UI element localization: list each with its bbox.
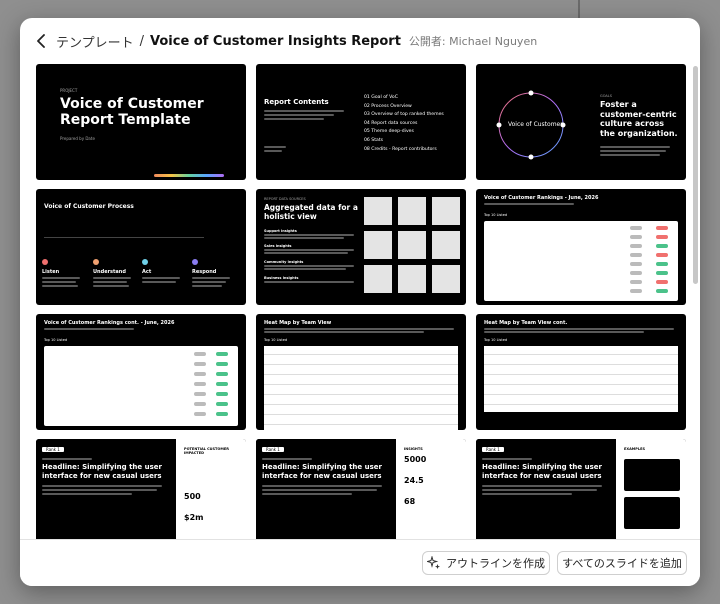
- scrollbar[interactable]: [693, 66, 698, 284]
- slide-thumbnail-headline-insights[interactable]: Rank 1 Headline: Simplifying the user in…: [256, 439, 466, 539]
- slide-thumbnail-headline-impact[interactable]: Rank 1 Headline: Simplifying the user in…: [36, 439, 246, 539]
- stat-value: 68: [404, 497, 416, 506]
- side-title: EXAMPLES: [624, 447, 645, 451]
- breadcrumb-templates[interactable]: テンプレート: [56, 32, 134, 51]
- cycle-center-label: Voice of Customer: [508, 121, 563, 128]
- stat-value: 24.5: [404, 476, 424, 485]
- stat-value: 500: [184, 492, 201, 501]
- slide-title: Heat Map by Team View: [264, 320, 332, 326]
- source-label: Business insights: [264, 276, 299, 280]
- contents-list: 01 Goal of VoC 02 Process Overview 03 Ov…: [364, 94, 444, 154]
- chevron-left-icon: [37, 34, 45, 48]
- slide-title: Report Contents: [264, 98, 329, 106]
- contents-item: 01 Goal of VoC: [364, 95, 398, 100]
- process-step: Act: [142, 269, 152, 275]
- slide-title: Headline: Simplifying the user interface…: [482, 463, 602, 480]
- side-title: INSIGHTS: [404, 447, 423, 451]
- rainbow-bar: [154, 174, 224, 177]
- template-preview-dialog: テンプレート / Voice of Customer Insights Repo…: [20, 18, 700, 586]
- side-title: POTENTIAL CUSTOMER IMPACTED: [184, 447, 229, 455]
- publisher-label: 公開者: Michael Nguyen: [408, 35, 538, 48]
- rank-tag: Rank 1: [262, 447, 284, 452]
- contents-item: 03 Overview of top ranked themes: [364, 112, 444, 118]
- slide-title: Headline: Simplifying the user interface…: [42, 463, 162, 480]
- slide-title: Aggregated data for a holistic view: [264, 203, 358, 221]
- process-step: Listen: [42, 269, 60, 275]
- slide-thumbnail-heat-map[interactable]: Heat Map by Team View Top 10 Listed: [256, 314, 466, 430]
- heat-map-table: [264, 346, 458, 430]
- slide-thumbnail-process[interactable]: Voice of Customer Process Listen Underst…: [36, 189, 246, 305]
- contents-item: 08 Credits - Report contributors: [364, 146, 437, 152]
- slide-eyebrow: GOALS: [600, 94, 612, 98]
- stat-value: 5000: [404, 455, 427, 464]
- contents-item: 02 Process Overview: [364, 103, 412, 109]
- slide-thumbnail-contents[interactable]: Report Contents 01 Goal of VoC 02 Proces…: [256, 64, 466, 180]
- slide-thumbnail-title[interactable]: PROJECT Voice of Customer Report Templat…: [36, 64, 246, 180]
- example-image: [624, 497, 680, 529]
- slide-thumbnail-rankings[interactable]: Voice of Customer Rankings - June, 2026 …: [476, 189, 686, 305]
- slide-byline: Prepared by Date: [60, 136, 95, 141]
- image-placeholder-grid: [364, 197, 460, 297]
- slide-grid[interactable]: PROJECT Voice of Customer Report Templat…: [20, 64, 700, 539]
- slide-title: Voice of Customer Rankings - June, 2026: [484, 195, 599, 201]
- process-step: Respond: [192, 269, 217, 275]
- slide-subtitle: Top 10 Listed: [44, 338, 68, 342]
- slide-thumbnail-data-sources[interactable]: REPORT DATA SOURCES Aggregated data for …: [256, 189, 466, 305]
- add-all-slides-button[interactable]: すべてのスライドを追加: [557, 551, 687, 575]
- rank-tag: Rank 1: [42, 447, 64, 452]
- slide-title: Foster a customer-centric culture across…: [600, 100, 678, 138]
- create-outline-label: アウトラインを作成: [446, 557, 545, 570]
- page-title: Voice of Customer Insights Report: [150, 33, 401, 49]
- slide-eyebrow: REPORT DATA SOURCES: [264, 197, 306, 201]
- backdrop-divider: [578, 0, 580, 18]
- source-label: Sales insights: [264, 244, 292, 248]
- dialog-header: テンプレート / Voice of Customer Insights Repo…: [20, 18, 700, 64]
- slide-thumbnail-rankings-cont[interactable]: Voice of Customer Rankings cont. - June,…: [36, 314, 246, 430]
- slide-title: Voice of Customer Rankings cont. - June,…: [44, 320, 175, 326]
- slide-title: Heat Map by Team View cont.: [484, 320, 568, 326]
- slide-title: Voice of Customer Report Template: [60, 96, 204, 128]
- slide-thumbnail-goals[interactable]: Voice of Customer GOALS Foster a custome…: [476, 64, 686, 180]
- source-label: Community insights: [264, 260, 304, 264]
- back-button[interactable]: [32, 31, 50, 51]
- create-outline-button[interactable]: アウトラインを作成: [422, 551, 550, 575]
- heat-map-table: [484, 346, 678, 412]
- contents-item: 05 Theme deep-dives: [364, 129, 414, 135]
- breadcrumb-separator: /: [139, 33, 145, 49]
- stat-value: $2m: [184, 513, 204, 522]
- slide-title: Voice of Customer Process: [44, 203, 134, 210]
- add-all-slides-label: すべてのスライドを追加: [562, 557, 682, 570]
- source-label: Support insights: [264, 229, 297, 233]
- contents-item: 06 Stats: [364, 137, 384, 143]
- slide-eyebrow: PROJECT: [60, 88, 78, 93]
- example-image: [624, 459, 680, 491]
- slide-subtitle: Top 10 Listed: [484, 338, 508, 342]
- contents-item: 04 Report data sources: [364, 120, 418, 126]
- process-step: Understand: [93, 269, 126, 275]
- sparkle-icon: [427, 556, 440, 569]
- slide-thumbnail-headline-examples[interactable]: Rank 1 Headline: Simplifying the user in…: [476, 439, 686, 539]
- slide-subtitle: Top 10 Listed: [484, 213, 508, 217]
- slide-thumbnail-heat-map-cont[interactable]: Heat Map by Team View cont. Top 10 Liste…: [476, 314, 686, 430]
- slide-subtitle: Top 10 Listed: [264, 338, 288, 342]
- slide-title: Headline: Simplifying the user interface…: [262, 463, 382, 480]
- rank-tag: Rank 1: [482, 447, 504, 452]
- dialog-footer: アウトラインを作成 すべてのスライドを追加: [20, 539, 700, 586]
